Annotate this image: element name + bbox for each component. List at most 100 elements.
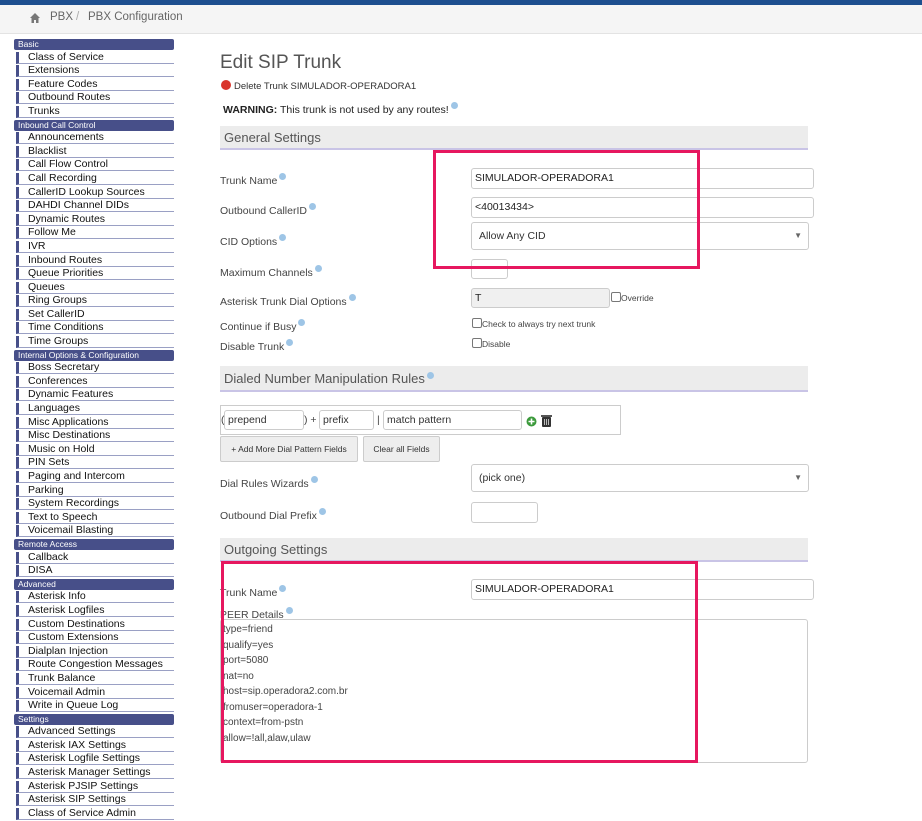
help-icon[interactable] [308,203,316,210]
sidebar-item-voicemail-admin[interactable]: Voicemail Admin [16,686,174,699]
breadcrumb-pbx[interactable]: PBX [50,11,73,23]
outbound-callerid-label-text: Outbound CallerID [220,205,307,217]
sidebar-item-disa[interactable]: DISA [16,565,174,578]
continue-busy-checkbox[interactable]: Check to always try next trunk [472,318,595,329]
add-more-patterns-button[interactable]: + Add More Dial Pattern Fields [220,436,358,462]
sidebar-item-feature-codes[interactable]: Feature Codes [16,78,174,91]
sidebar-item-asterisk-logfiles[interactable]: Asterisk Logfiles [16,604,174,617]
sidebar-section-heading: Internal Options & Configuration [14,349,174,361]
sidebar-item-advanced-settings[interactable]: Advanced Settings [16,726,174,739]
outgoing-trunk-name-input[interactable]: SIMULADOR-OPERADORA1 [471,579,814,600]
sidebar-item-class-of-service-admin[interactable]: Class of Service Admin [16,807,174,820]
sidebar-item-write-in-queue-log[interactable]: Write in Queue Log [16,700,174,713]
trunk-name-input[interactable]: SIMULADOR-OPERADORA1 [471,168,814,189]
help-icon[interactable] [279,585,287,592]
override-checkbox-box[interactable] [611,292,621,302]
sidebar-item-asterisk-logfile-settings[interactable]: Asterisk Logfile Settings [16,753,174,766]
sidebar-item-extensions[interactable]: Extensions [16,65,174,78]
trash-icon[interactable] [540,414,553,428]
trunk-name-label-text: Trunk Name [220,175,278,187]
sidebar-item-paging-and-intercom[interactable]: Paging and Intercom [16,471,174,483]
cid-options-select[interactable]: Allow Any CID ▼ [471,222,809,250]
sidebar-item-callerid-lookup-sources[interactable]: CallerID Lookup Sources [16,186,174,199]
sidebar-item-system-recordings[interactable]: System Recordings [16,498,174,511]
sidebar-item-custom-extensions[interactable]: Custom Extensions [16,632,174,645]
disable-trunk-checkbox-box[interactable] [472,338,482,348]
sidebar-item-ivr[interactable]: IVR [16,240,174,253]
sidebar-item-conferences[interactable]: Conferences [16,375,174,388]
disable-trunk-label-text: Disable Trunk [220,341,285,353]
warning-message: WARNING: This trunk is not used by any r… [223,102,458,116]
sidebar-item-dynamic-features[interactable]: Dynamic Features [16,389,174,402]
breadcrumb-pbx-configuration[interactable]: PBX Configuration [88,11,183,23]
sidebar-item-blacklist[interactable]: Blacklist [16,145,174,158]
sidebar-item-languages[interactable]: Languages [16,403,174,416]
sidebar-item-asterisk-pjsip-settings[interactable]: Asterisk PJSIP Settings [16,780,174,793]
help-icon[interactable] [314,265,322,272]
help-icon[interactable] [279,234,287,241]
help-icon[interactable] [286,339,294,346]
sidebar-item-time-conditions[interactable]: Time Conditions [16,322,174,335]
peer-details-textarea[interactable]: type=friend qualify=yes port=5080 nat=no hos… [220,619,808,763]
dial-options-input[interactable]: T [471,288,610,308]
peer-line: nat=no [223,670,254,682]
sidebar-item-asterisk-manager-settings[interactable]: Asterisk Manager Settings [16,767,174,780]
sidebar-item-callback[interactable]: Callback [16,551,174,564]
cid-options-value: Allow Any CID [479,230,546,242]
sidebar-item-dahdi-channel-dids[interactable]: DAHDI Channel DIDs [16,200,174,213]
outbound-callerid-input[interactable]: <40013434> [471,197,814,218]
sidebar-item-misc-applications[interactable]: Misc Applications [16,416,174,429]
sidebar-item-outbound-routes[interactable]: Outbound Routes [16,92,174,105]
sidebar-item-asterisk-sip-settings[interactable]: Asterisk SIP Settings [16,794,174,807]
sidebar-item-misc-destinations[interactable]: Misc Destinations [16,430,174,443]
sidebar-section-heading: Remote Access [14,538,174,550]
sidebar-item-boss-secretary[interactable]: Boss Secretary [16,362,174,375]
delete-trunk-link[interactable]: Delete Trunk SIMULADOR-OPERADORA1 [221,80,416,92]
match-pattern-input[interactable]: match pattern [383,410,522,430]
sidebar-item-pin-sets[interactable]: PIN Sets [16,457,174,470]
sidebar-item-dialplan-injection[interactable]: Dialplan Injection [16,645,174,658]
prefix-input[interactable]: prefix [319,410,374,430]
sidebar-item-dynamic-routes[interactable]: Dynamic Routes [16,213,174,226]
sidebar-item-asterisk-info[interactable]: Asterisk Info [16,591,174,604]
dial-wizards-select[interactable]: (pick one) ▼ [471,464,809,492]
sidebar-item-route-congestion-messages[interactable]: Route Congestion Messages [16,659,174,672]
max-channels-input[interactable] [471,259,508,279]
help-icon[interactable] [285,607,293,614]
sidebar-item-set-callerid[interactable]: Set CallerID [16,308,174,321]
outbound-dial-prefix-input[interactable] [471,502,538,523]
sidebar-item-queue-priorities[interactable]: Queue Priorities [16,268,174,281]
sidebar-item-ring-groups[interactable]: Ring Groups [16,295,174,308]
sidebar-item-queues[interactable]: Queues [16,281,174,294]
sidebar-item-trunks[interactable]: Trunks [16,105,174,118]
sidebar-item-voicemail-blasting[interactable]: Voicemail Blasting [16,525,174,538]
sidebar-item-time-groups[interactable]: Time Groups [16,336,174,349]
sidebar-item-follow-me[interactable]: Follow Me [16,227,174,240]
clear-fields-button[interactable]: Clear all Fields [363,436,440,462]
sidebar-item-text-to-speech[interactable]: Text to Speech [16,511,174,524]
sidebar-item-inbound-routes[interactable]: Inbound Routes [16,254,174,267]
sidebar-item-custom-destinations[interactable]: Custom Destinations [16,618,174,631]
add-pattern-icon[interactable] [526,416,537,427]
sidebar-item-trunk-balance[interactable]: Trunk Balance [16,672,174,685]
prepend-input[interactable]: prepend [224,410,304,430]
peer-line: context=from-pstn [223,717,304,728]
help-icon[interactable] [298,319,306,326]
sidebar-item-music-on-hold[interactable]: Music on Hold [16,443,174,456]
home-icon[interactable] [29,12,41,24]
override-checkbox[interactable]: Override [611,292,654,303]
help-icon[interactable] [450,102,458,109]
help-icon[interactable] [318,508,326,515]
help-icon[interactable] [426,372,434,379]
help-icon[interactable] [310,476,318,483]
sidebar-item-asterisk-iax-settings[interactable]: Asterisk IAX Settings [16,739,174,752]
disable-trunk-checkbox[interactable]: Disable [472,338,510,349]
sidebar-item-call-recording[interactable]: Call Recording [16,172,174,185]
sidebar-item-class-of-service[interactable]: Class of Service [16,51,174,64]
help-icon[interactable] [279,173,287,180]
sidebar-item-call-flow-control[interactable]: Call Flow Control [16,159,174,172]
help-icon[interactable] [348,294,356,301]
sidebar-item-parking[interactable]: Parking [16,484,174,497]
continue-busy-checkbox-box[interactable] [472,318,482,328]
sidebar-item-announcements[interactable]: Announcements [16,132,174,145]
